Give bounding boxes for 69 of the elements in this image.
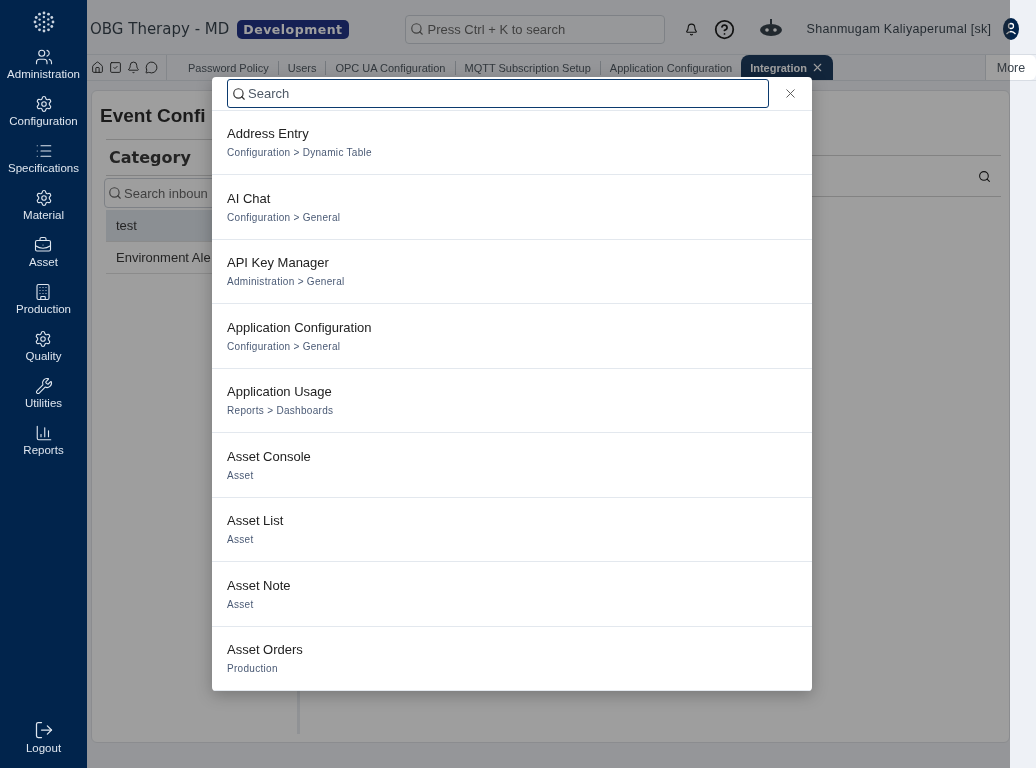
- gear-icon: [34, 94, 53, 113]
- users-icon: [34, 47, 53, 66]
- sidebar-item[interactable]: Utilities: [24, 369, 63, 416]
- sidebar-item[interactable]: Asset: [29, 228, 58, 275]
- search-result[interactable]: Asset Orders Production: [212, 626, 812, 691]
- logout-icon: [33, 719, 54, 740]
- result-title: Application Usage: [227, 384, 333, 400]
- close-icon[interactable]: [811, 61, 824, 74]
- result-path: Asset: [227, 469, 255, 481]
- search-result[interactable]: Asset Note Asset: [212, 562, 812, 627]
- more-button[interactable]: More: [985, 55, 1036, 80]
- result-title: AI Chat: [227, 190, 272, 206]
- chat-icon[interactable]: [145, 61, 158, 74]
- building-icon: [34, 282, 53, 301]
- result-title: Asset Orders: [227, 642, 304, 658]
- search-result[interactable]: AI Chat Configuration > General: [212, 175, 812, 240]
- gear-icon: [34, 188, 53, 207]
- global-search-field[interactable]: Press Ctrl + K to search: [404, 14, 665, 44]
- tab[interactable]: Application Configuration: [600, 55, 742, 80]
- sidebar-item[interactable]: Quality: [25, 322, 62, 369]
- search-icon: [108, 186, 122, 200]
- app-title: OBG Therapy - MD: [90, 20, 230, 38]
- help-icon[interactable]: [713, 18, 735, 40]
- logo-icon: [32, 11, 55, 33]
- sidebar-item[interactable]: Production: [16, 275, 71, 322]
- tab[interactable]: Password Policy: [179, 55, 278, 80]
- sidebar-item[interactable]: Configuration: [9, 87, 78, 134]
- result-path: Production: [227, 663, 279, 675]
- result-title: Asset Note: [227, 577, 292, 593]
- environment-badge: Development: [237, 19, 349, 39]
- gear-icon: [34, 329, 53, 348]
- bell-icon[interactable]: [684, 22, 698, 36]
- bar-chart-icon: [34, 423, 53, 442]
- search-icon: [232, 86, 246, 101]
- search-result[interactable]: Application Configuration Configuration > General: [212, 304, 812, 369]
- user-name: Shanmugam Kaliyaperumal [sk]: [806, 22, 992, 36]
- sidebar-item[interactable]: Administration: [7, 40, 80, 87]
- avatar-icon[interactable]: [1003, 18, 1020, 40]
- result-title: Asset List: [227, 513, 285, 529]
- result-path: Administration > General: [227, 276, 346, 288]
- tab[interactable]: MQTT Subscription Setup: [455, 55, 600, 80]
- result-path: Configuration > General: [227, 340, 342, 352]
- search-result[interactable]: Asset List Asset: [212, 497, 812, 562]
- search-field[interactable]: Search: [227, 78, 769, 108]
- briefcase-icon: [34, 235, 53, 254]
- robot-icon[interactable]: [758, 19, 783, 39]
- sidebar-item[interactable]: Specifications: [8, 134, 79, 181]
- result-path: Reports > Dashboards: [227, 405, 335, 417]
- checkbox-icon[interactable]: [109, 61, 122, 74]
- result-title: Asset Console: [227, 448, 312, 464]
- search-result[interactable]: Address Entry Configuration > Dynamic Table: [212, 110, 812, 175]
- tab[interactable]: OPC UA Configuration: [326, 55, 455, 80]
- wrench-icon: [34, 376, 53, 395]
- result-path: Asset: [227, 598, 255, 610]
- bell-icon[interactable]: [127, 61, 140, 74]
- home-icon[interactable]: [91, 61, 104, 74]
- search-result[interactable]: Application Usage Reports > Dashboards: [212, 368, 812, 433]
- search-result[interactable]: API Key Manager Administration > General: [212, 239, 812, 304]
- page-title: Event Confi: [100, 105, 206, 127]
- search-icon[interactable]: [978, 169, 991, 183]
- sidebar-item[interactable]: Material: [23, 181, 64, 228]
- result-path: Asset: [227, 534, 255, 546]
- search-result[interactable]: Asset Console Asset: [212, 433, 812, 498]
- logout-button[interactable]: Logout: [25, 713, 62, 760]
- tab[interactable]: Users: [278, 55, 326, 80]
- sidebar-item[interactable]: Reports: [23, 416, 64, 463]
- search-icon: [409, 22, 424, 36]
- result-title: Address Entry: [227, 126, 310, 142]
- result-title: Application Configuration: [227, 319, 373, 335]
